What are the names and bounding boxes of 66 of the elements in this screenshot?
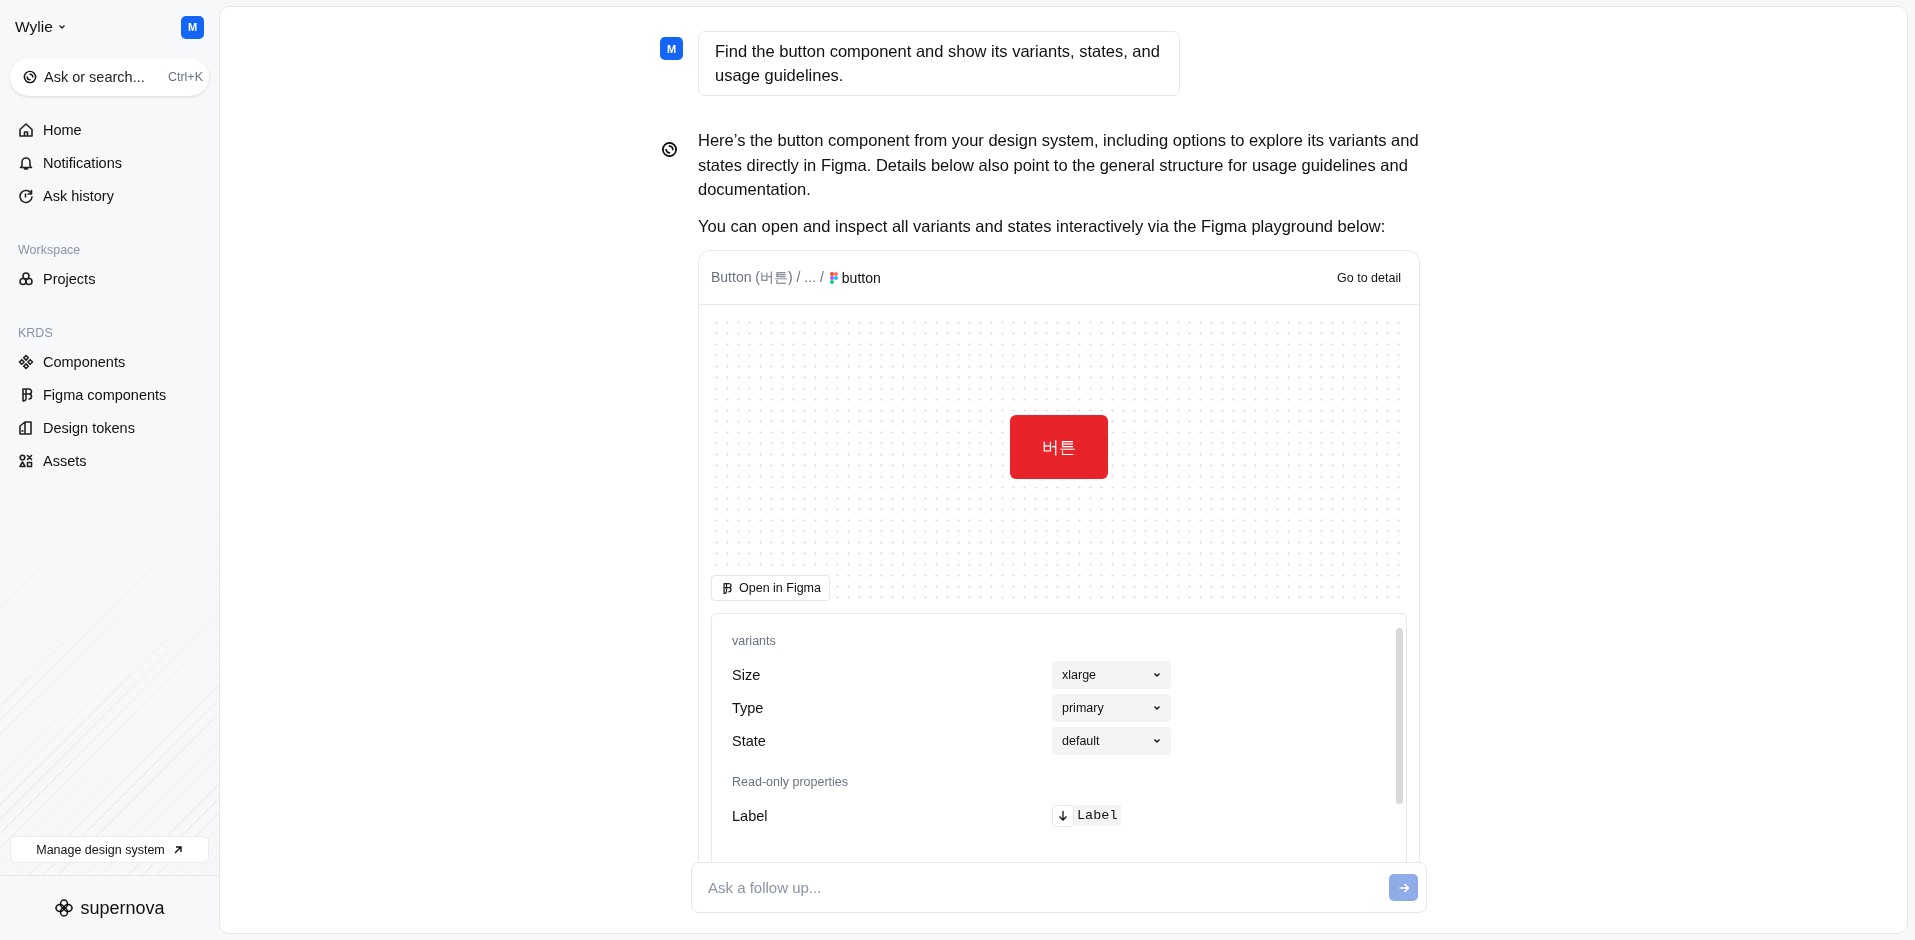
arrow-right-icon [1397, 881, 1410, 894]
nav-label: Assets [43, 453, 87, 469]
assistant-paragraph: Here’s the button component from your design system, including options to explore its variants and states directly in Figma. Details below also point to the general structure for usage guidelines and documentation. [698, 130, 1420, 200]
nav-label: Components [43, 354, 126, 370]
user-avatar: M [660, 37, 683, 60]
nav-label: Figma components [43, 387, 167, 403]
nav-item[interactable]: Components [10, 348, 209, 376]
shortcut-hint: Ctrl+K [167, 70, 203, 84]
figma-icon [720, 581, 733, 595]
workspace-switcher[interactable]: Wylie [15, 18, 66, 36]
arrow-down-button[interactable] [1052, 804, 1074, 827]
user-avatar[interactable]: M [181, 15, 204, 39]
swirl-icon [22, 69, 38, 85]
nav-label: Projects [43, 271, 96, 287]
chevron-icon [1153, 671, 1161, 678]
brand-name: supernova [80, 897, 165, 919]
assets-icon [18, 453, 34, 469]
nav-label: Ask history [43, 188, 114, 204]
property-dropdown[interactable]: primary [1052, 693, 1171, 722]
nav-item[interactable]: Projects [10, 265, 209, 293]
components-icon [18, 354, 34, 370]
assistant-icon [660, 140, 679, 159]
chevron-icon [1153, 704, 1161, 711]
nav-item[interactable]: Home [10, 116, 209, 144]
property-label: Size [732, 666, 762, 683]
property-dropdown[interactable]: xlarge [1052, 660, 1171, 689]
nav-item[interactable]: Design tokens [10, 414, 209, 442]
send-button[interactable] [1389, 874, 1418, 901]
section-heading: Read-only properties [732, 775, 850, 789]
nav-item[interactable]: Ask history [10, 182, 209, 210]
chevron-icon [1153, 737, 1161, 744]
arrow-down-icon [1058, 810, 1068, 821]
follow-up-box[interactable]: Ask a follow up... [691, 862, 1427, 913]
logo-icon [54, 898, 75, 918]
nav-item[interactable]: Figma components [10, 381, 209, 409]
property-label: State [732, 732, 767, 749]
figma-logo-icon [829, 271, 838, 284]
bell-icon [18, 155, 34, 171]
chevron-icon [57, 24, 66, 30]
history-icon [18, 188, 34, 204]
projects-icon [18, 271, 34, 287]
open-in-figma-button[interactable]: Open in Figma [711, 575, 830, 601]
assistant-paragraph: You can open and inspect all variants and states interactively via the Figma playground below: [698, 215, 1387, 237]
tokens-icon [18, 420, 34, 436]
go-to-detail-link[interactable]: Go to detail [1331, 269, 1407, 286]
search-field[interactable]: Ask or search... Ctrl+K [10, 58, 209, 96]
property-label: Label [732, 807, 769, 824]
nav-item[interactable]: Assets [10, 447, 209, 475]
section-heading: Workspace [17, 243, 82, 257]
user-message: Find the button component and show its variants, states, and usage guidelines. [698, 31, 1180, 96]
section-heading: variants [732, 634, 777, 648]
breadcrumb-path[interactable]: Button (버튼) / ... / [711, 268, 824, 287]
breadcrumb-current: button [841, 269, 881, 286]
property-value: Label [1074, 805, 1121, 826]
property-dropdown[interactable]: default [1052, 726, 1171, 755]
nav-item[interactable]: Notifications [10, 149, 209, 177]
external-arrow-icon [172, 844, 183, 855]
nav-label: Notifications [43, 155, 122, 171]
property-label: Type [732, 699, 765, 716]
preview-button[interactable]: 버튼 [1010, 415, 1108, 479]
scrollbar[interactable] [1396, 628, 1403, 804]
manage-design-system-button[interactable]: Manage design system [10, 836, 209, 863]
home-icon [18, 122, 34, 138]
nav-label: Home [43, 122, 82, 138]
nav-label: Design tokens [43, 420, 135, 436]
section-heading: KRDS [17, 326, 54, 340]
